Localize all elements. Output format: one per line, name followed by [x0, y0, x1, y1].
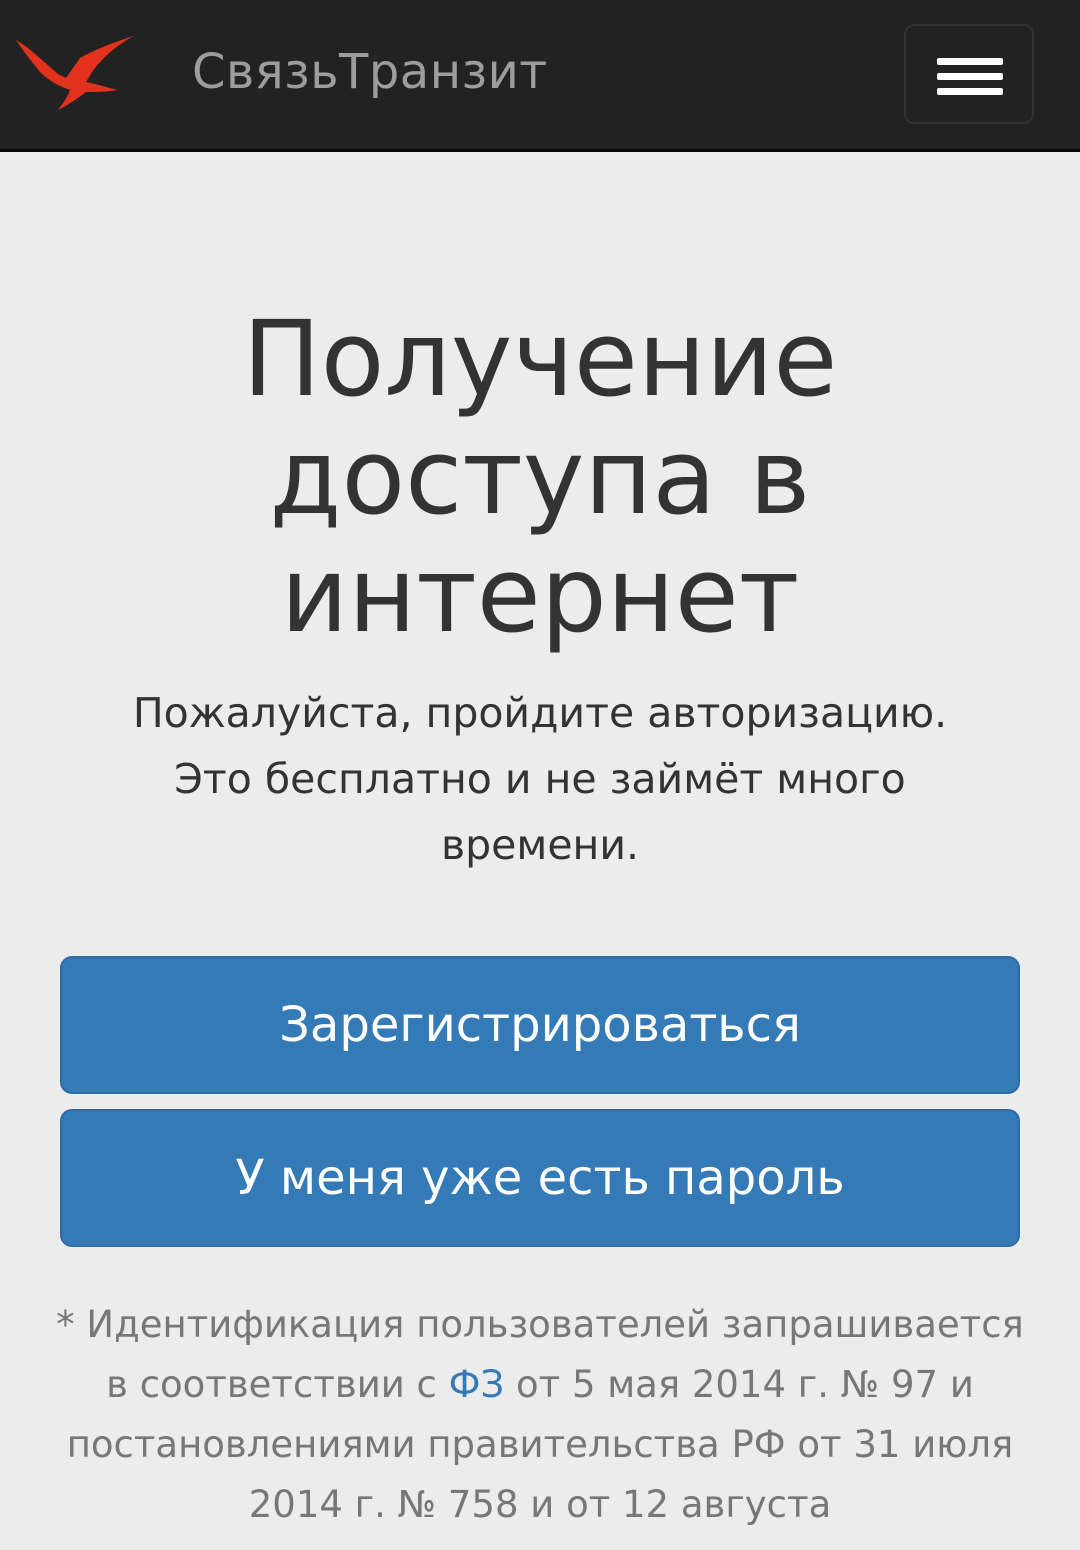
existing-password-button[interactable]: У меня уже есть пароль — [60, 1109, 1020, 1247]
hamburger-menu-icon — [937, 58, 1003, 65]
hamburger-menu-icon-bar-bottom — [937, 88, 1003, 95]
bird-logo-icon[interactable] — [14, 32, 136, 114]
navbar: СвязьТранзит — [0, 0, 1080, 152]
page-title: Получение доступа в интернет — [242, 298, 838, 656]
hamburger-menu-button[interactable] — [904, 24, 1034, 124]
legal-note: * Идентификация пользователей запрашивае… — [50, 1295, 1030, 1535]
register-button[interactable]: Зарегистрироваться — [60, 956, 1020, 1094]
main-content: Получение доступа в интернет Пожалуйста,… — [0, 155, 1080, 1550]
hamburger-menu-icon-bar-middle — [937, 73, 1003, 80]
brand-link[interactable]: СвязьТранзит — [192, 40, 548, 104]
lead-text: Пожалуйста, пройдите авторизацию. Это бе… — [132, 689, 948, 869]
federal-law-link[interactable]: ФЗ — [449, 1363, 505, 1406]
